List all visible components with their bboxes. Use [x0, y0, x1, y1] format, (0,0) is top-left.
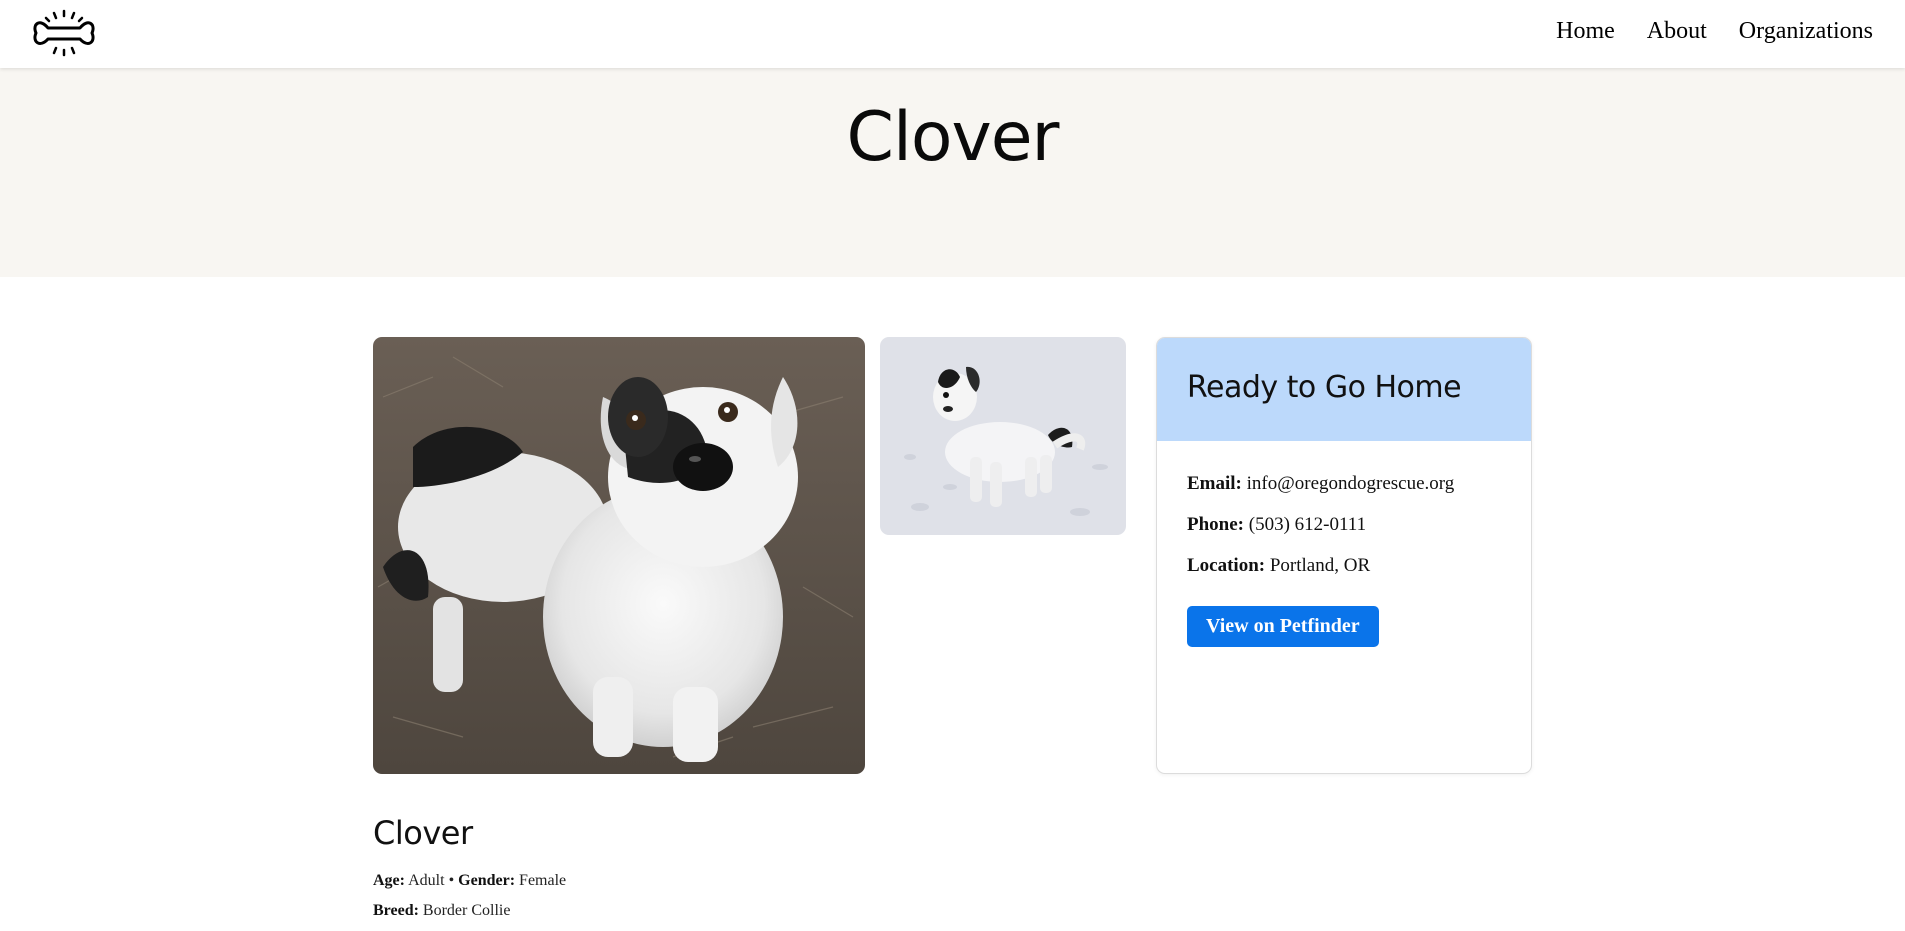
nav-home-link[interactable]: Home [1556, 18, 1615, 45]
dog-photo-main[interactable] [373, 337, 865, 774]
pet-details: Clover Age: Adult • Gender: Female Breed… [373, 814, 566, 920]
hero-banner: Clover [0, 68, 1905, 277]
location-row: Location: Portland, OR [1187, 555, 1501, 577]
breed-row: Breed: Border Collie [373, 902, 566, 920]
location-label: Location: [1187, 555, 1266, 576]
view-on-petfinder-button[interactable]: View on Petfinder [1187, 606, 1379, 647]
pet-name: Clover [373, 814, 473, 852]
nav-about-link[interactable]: About [1647, 18, 1707, 45]
location-value: Portland, OR [1269, 555, 1371, 576]
gender-label: Gender: [458, 872, 516, 889]
contact-card-body: Email: info@oregondogrescue.org Phone: (… [1157, 441, 1531, 647]
nav-links: Home About Organizations [1556, 18, 1873, 45]
navbar: Home About Organizations [0, 0, 1905, 68]
email-value[interactable]: info@oregondogrescue.org [1247, 473, 1455, 494]
email-label: Email: [1187, 473, 1242, 494]
age-gender-row: Age: Adult • Gender: Female [373, 872, 566, 890]
contact-card-title: Ready to Go Home [1187, 370, 1462, 405]
email-row: Email: info@oregondogrescue.org [1187, 473, 1501, 495]
age-value: Adult [408, 872, 445, 889]
phone-row: Phone: (503) 612-0111 [1187, 514, 1501, 536]
age-label: Age: [373, 872, 405, 889]
contact-card-header: Ready to Go Home [1157, 338, 1531, 441]
phone-value[interactable]: (503) 612-0111 [1249, 514, 1366, 535]
bone-icon[interactable] [30, 8, 98, 58]
gender-value: Female [519, 872, 567, 889]
nav-organizations-link[interactable]: Organizations [1739, 18, 1873, 45]
separator: • [448, 872, 455, 889]
breed-label: Breed: [373, 902, 419, 919]
breed-value: Border Collie [422, 902, 511, 919]
contact-card: Ready to Go Home Email: info@oregondogre… [1156, 337, 1532, 774]
page-title: Clover [846, 98, 1059, 177]
dog-in-snow-photo[interactable] [880, 337, 1126, 535]
phone-label: Phone: [1187, 514, 1244, 535]
